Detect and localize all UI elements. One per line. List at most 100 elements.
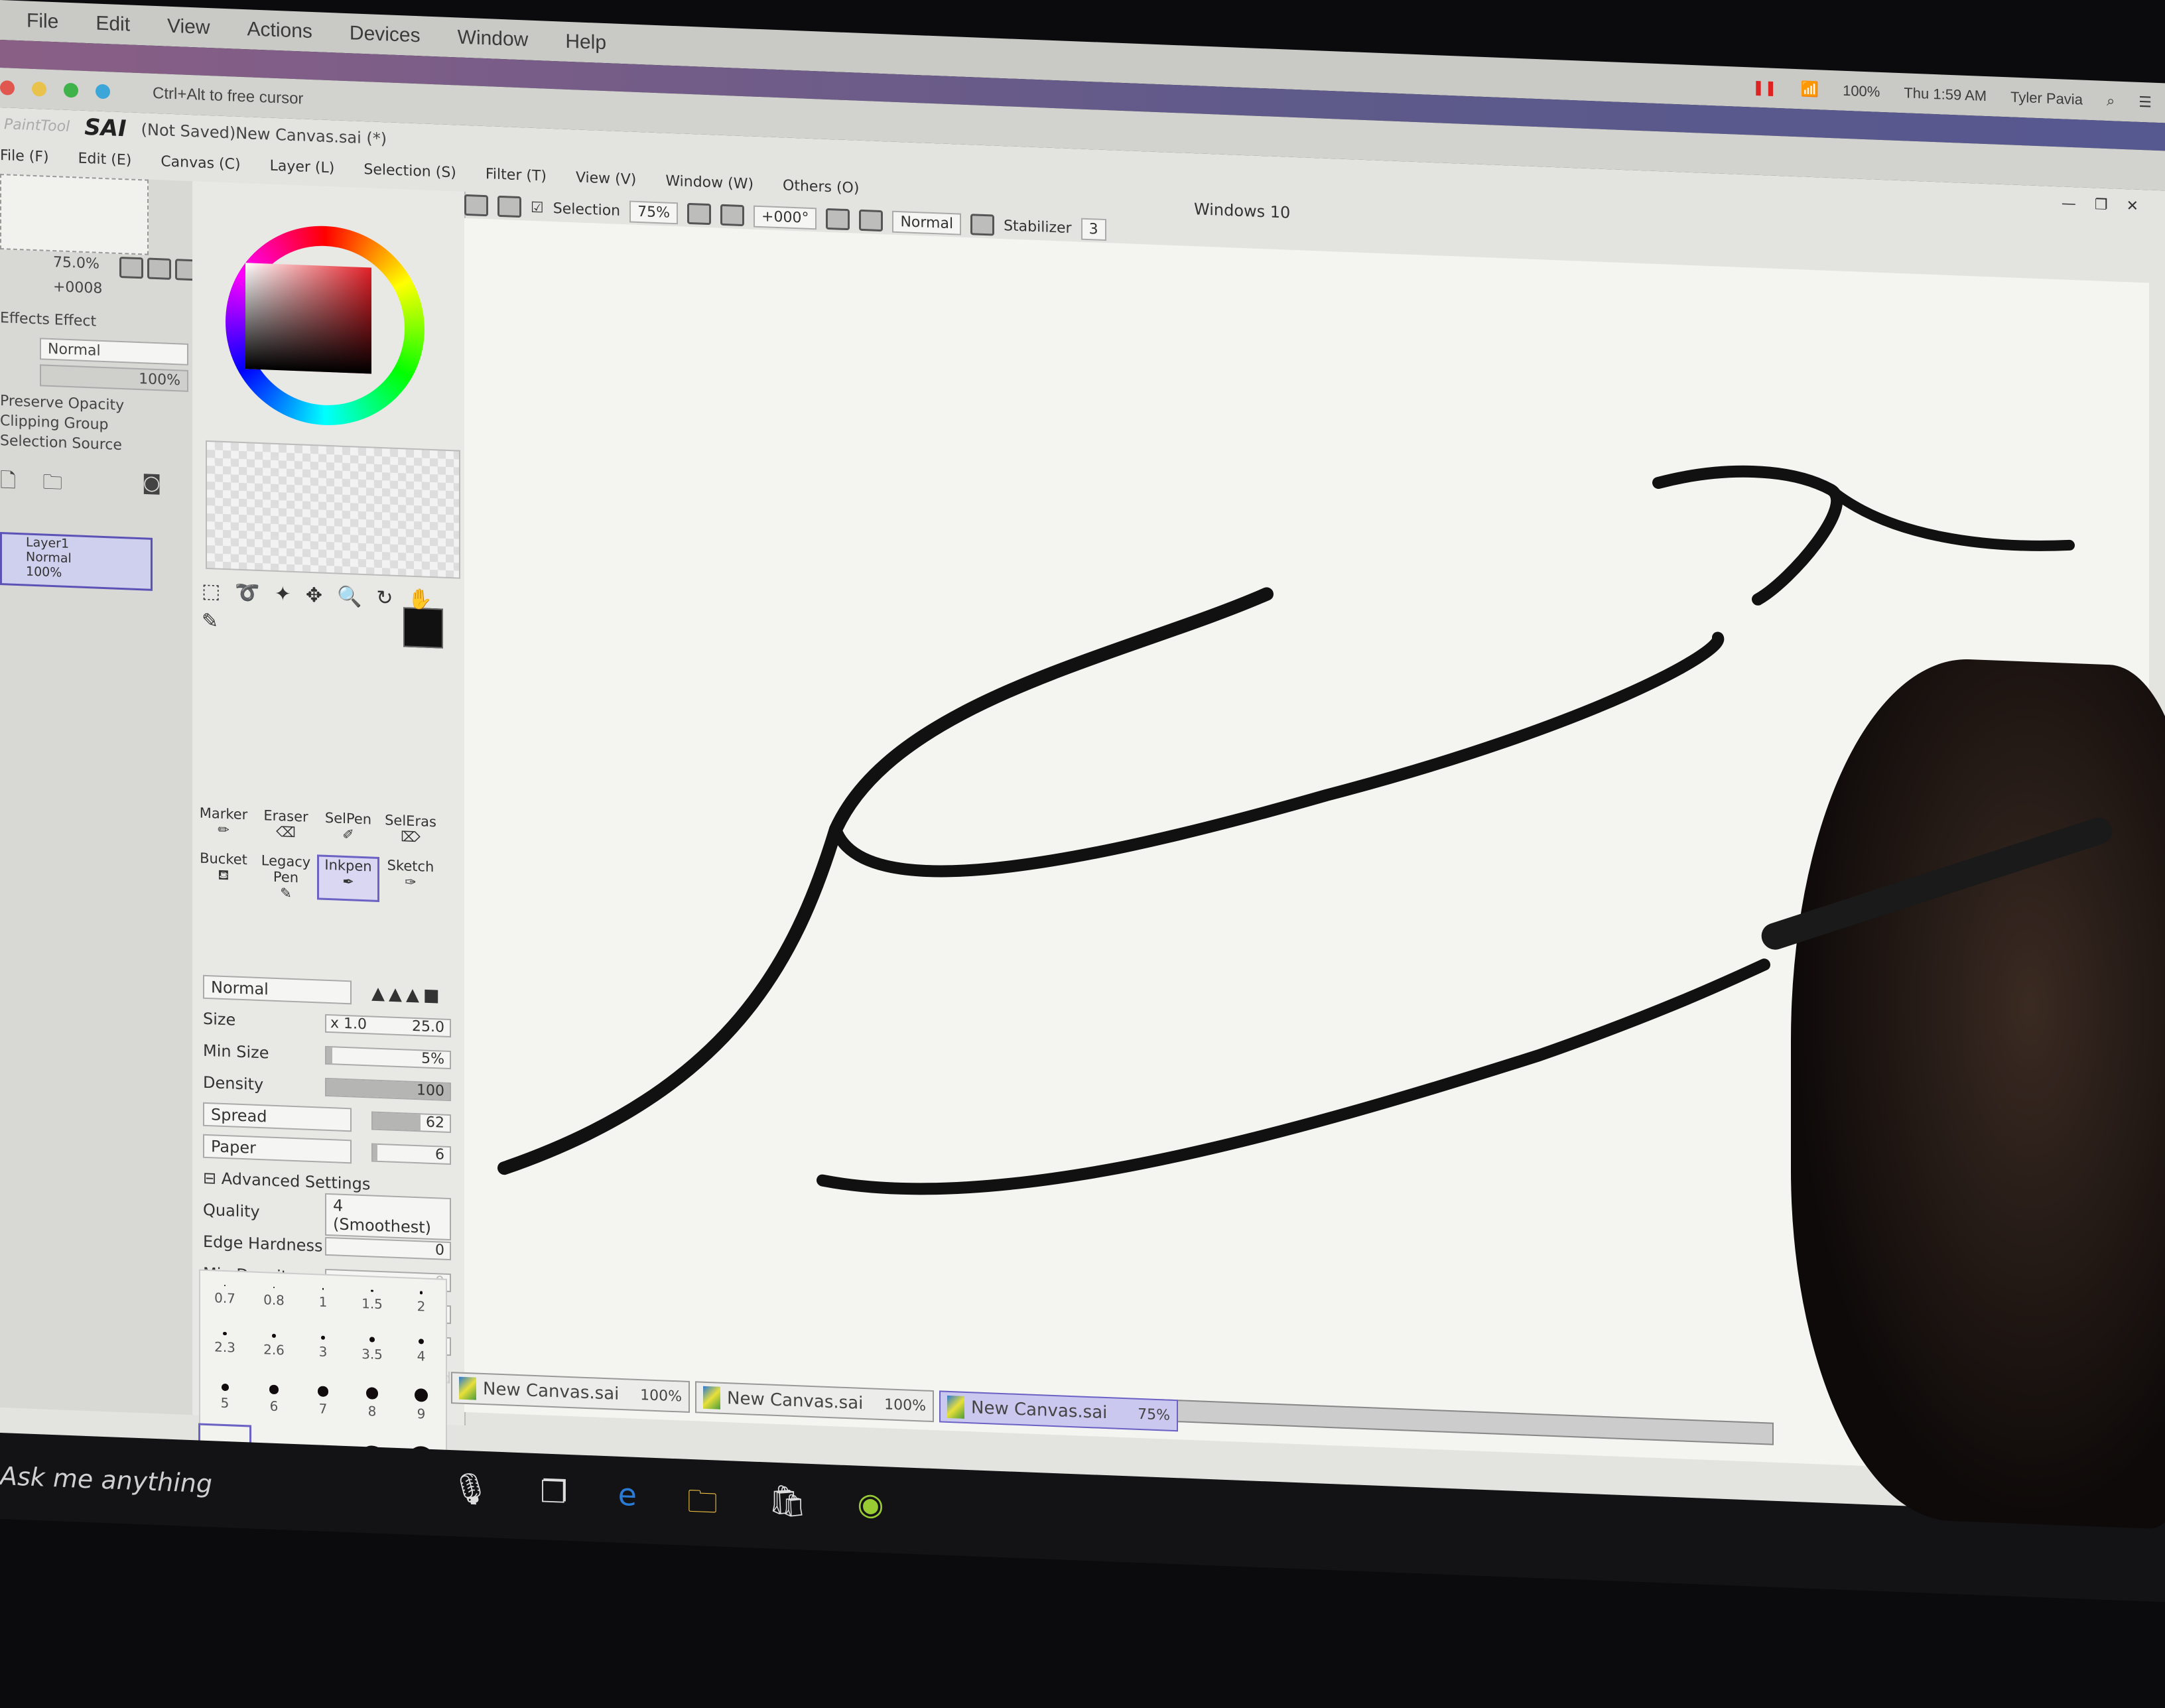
menu-window[interactable]: Window (W) (665, 172, 754, 192)
wifi-icon[interactable]: 📶 (1801, 80, 1819, 98)
eyedropper-icon[interactable]: ✎ (202, 610, 218, 633)
minimize-window-button[interactable] (32, 81, 46, 97)
flip-button[interactable] (970, 214, 995, 236)
size-slider[interactable]: x 1.0 25.0 (325, 1014, 451, 1038)
menu-view[interactable]: View (V) (576, 169, 636, 188)
zoom-tool-icon[interactable]: 🔍 (337, 585, 361, 609)
menu-selection[interactable]: Selection (S) (363, 161, 456, 181)
file-explorer-icon[interactable]: 🗀 (687, 1479, 718, 1532)
brush-size-preset[interactable]: 3.5 (348, 1323, 397, 1375)
navigator-thumbnail[interactable] (0, 174, 149, 255)
brush-size-preset[interactable]: 2.3 (200, 1318, 249, 1370)
zoom-out-button[interactable] (119, 256, 143, 279)
tool-sketch[interactable]: Sketch ✑ (379, 857, 442, 905)
new-folder-icon[interactable]: 🗀 (42, 467, 62, 501)
host-menu-window[interactable]: Window (458, 26, 529, 51)
brush-size-preset[interactable]: 0.8 (249, 1272, 298, 1321)
brush-size-preset[interactable]: 2.6 (249, 1320, 298, 1372)
rotate-left-button[interactable] (826, 208, 850, 231)
new-layer-icon[interactable]: 🗋 (0, 466, 16, 500)
hand-icon[interactable]: ✋ (408, 588, 432, 612)
lasso-icon[interactable]: ➰ (235, 581, 259, 605)
spread-slider[interactable]: 62 (371, 1111, 451, 1134)
magic-wand-icon[interactable]: ✦ (275, 582, 291, 606)
tool-legacy-pen[interactable]: Legacy Pen ✎ (255, 852, 317, 901)
tool-inkpen[interactable]: Inkpen ✒ (317, 854, 379, 902)
edge-hardness-slider[interactable]: 0 (325, 1236, 451, 1261)
view-mode[interactable]: Normal (892, 210, 962, 235)
task-view-icon[interactable]: ❐ (540, 1473, 567, 1526)
pause-icon[interactable]: ❚❚ (1752, 78, 1777, 96)
brush-size-preset[interactable]: 2 (397, 1278, 446, 1327)
paper-select[interactable]: Paper (203, 1134, 352, 1164)
selection-source-option[interactable]: Selection Source (0, 432, 122, 454)
layer-mask-icon[interactable]: ◙ (142, 471, 161, 505)
host-menu-file[interactable]: File (27, 10, 58, 34)
menu-layer[interactable]: Layer (L) (270, 157, 335, 176)
menu-edit[interactable]: Edit (E) (78, 150, 132, 168)
rect-select-icon[interactable]: ⬚ (202, 580, 220, 604)
zoom-out-toolbar-button[interactable] (687, 202, 712, 226)
tool-marker[interactable]: Marker ✏ (192, 805, 255, 852)
size-multiplier[interactable]: x 1.0 (326, 1015, 367, 1033)
tool-eraser[interactable]: Eraser ⌫ (255, 807, 317, 855)
layer-opacity[interactable]: 100% (40, 364, 188, 392)
brush-size-preset[interactable]: 3 (298, 1321, 348, 1373)
close-icon[interactable]: ✕ (2127, 198, 2138, 215)
host-menu-devices[interactable]: Devices (350, 22, 421, 47)
stabilizer-select[interactable]: 3 (1081, 218, 1106, 241)
menu-others[interactable]: Others (O) (783, 177, 859, 196)
cortana-search[interactable]: Ask me anything (0, 1461, 212, 1498)
tool-selpen[interactable]: SelPen ✐ (317, 809, 379, 857)
zoom-select[interactable]: 75% (629, 200, 679, 224)
brush-blend-mode[interactable]: Normal (203, 974, 352, 1005)
brush-size-preset[interactable]: 8 (348, 1374, 397, 1433)
selection-checkbox[interactable]: ☑ (531, 199, 544, 216)
saturation-value-square[interactable] (245, 263, 371, 374)
brush-size-preset[interactable]: 6 (249, 1370, 298, 1429)
clock[interactable]: Thu 1:59 AM (1904, 84, 1987, 105)
microphone-icon[interactable]: 🎙 (451, 1470, 490, 1523)
rotate-right-button[interactable] (859, 209, 884, 232)
undo-button[interactable] (464, 194, 488, 217)
spread-select[interactable]: Spread (203, 1102, 352, 1132)
brush-size-preset[interactable]: 9 (397, 1376, 446, 1435)
brush-size-preset[interactable]: 0.7 (200, 1271, 249, 1320)
user-name[interactable]: Tyler Pavia (2010, 88, 2083, 108)
layer-blend-mode[interactable]: Normal (40, 338, 188, 365)
host-menu-actions[interactable]: Actions (247, 18, 312, 43)
host-menu-help[interactable]: Help (565, 31, 606, 54)
menu-canvas[interactable]: Canvas (C) (161, 153, 240, 173)
clipping-group-option[interactable]: Clipping Group (0, 413, 109, 433)
density-slider[interactable]: 100 (325, 1077, 451, 1102)
brush-size-preset[interactable]: 1 (298, 1274, 348, 1323)
tool-seleras[interactable]: SelEras ⌦ (379, 812, 442, 860)
host-menu-edit[interactable]: Edit (96, 13, 130, 36)
edge-icon[interactable]: e (618, 1477, 637, 1529)
minimize-icon[interactable]: — (2062, 195, 2076, 212)
zoom-in-toolbar-button[interactable] (720, 204, 745, 227)
close-window-button[interactable] (0, 80, 15, 96)
paper-slider[interactable]: 6 (371, 1143, 451, 1165)
host-menu-view[interactable]: View (167, 15, 210, 39)
menu-file[interactable]: File (F) (0, 147, 49, 166)
layer-item[interactable]: Layer1 Normal 100% (0, 532, 153, 591)
sai-taskbar-icon[interactable]: ◉ (857, 1486, 884, 1539)
scratchpad[interactable] (206, 440, 460, 579)
spotlight-search-icon[interactable]: ⌕ (2107, 92, 2115, 109)
zoom-in-button[interactable] (147, 257, 171, 280)
min-size-slider[interactable]: 5% (325, 1045, 451, 1070)
store-icon[interactable]: 🛍 (768, 1482, 807, 1535)
brush-shape-icons[interactable]: ▲▲▲■ (371, 984, 444, 1006)
navigator-zoom[interactable]: 75.0% (53, 254, 99, 273)
move-icon[interactable]: ✥ (306, 584, 322, 608)
brush-size-preset[interactable]: 7 (298, 1372, 348, 1431)
tool-bucket[interactable]: Bucket ⛾ (192, 850, 255, 897)
preserve-opacity-option[interactable]: Preserve Opacity (0, 393, 124, 414)
notification-center-icon[interactable]: ☰ (2138, 94, 2152, 111)
navigator-rotation[interactable]: +0008 (53, 279, 102, 297)
brush-size-preset[interactable]: 4 (397, 1325, 446, 1377)
brush-size-preset[interactable]: 5 (200, 1368, 249, 1427)
zoom-window-button[interactable] (64, 82, 78, 98)
restore-icon[interactable]: ❐ (2095, 196, 2108, 214)
